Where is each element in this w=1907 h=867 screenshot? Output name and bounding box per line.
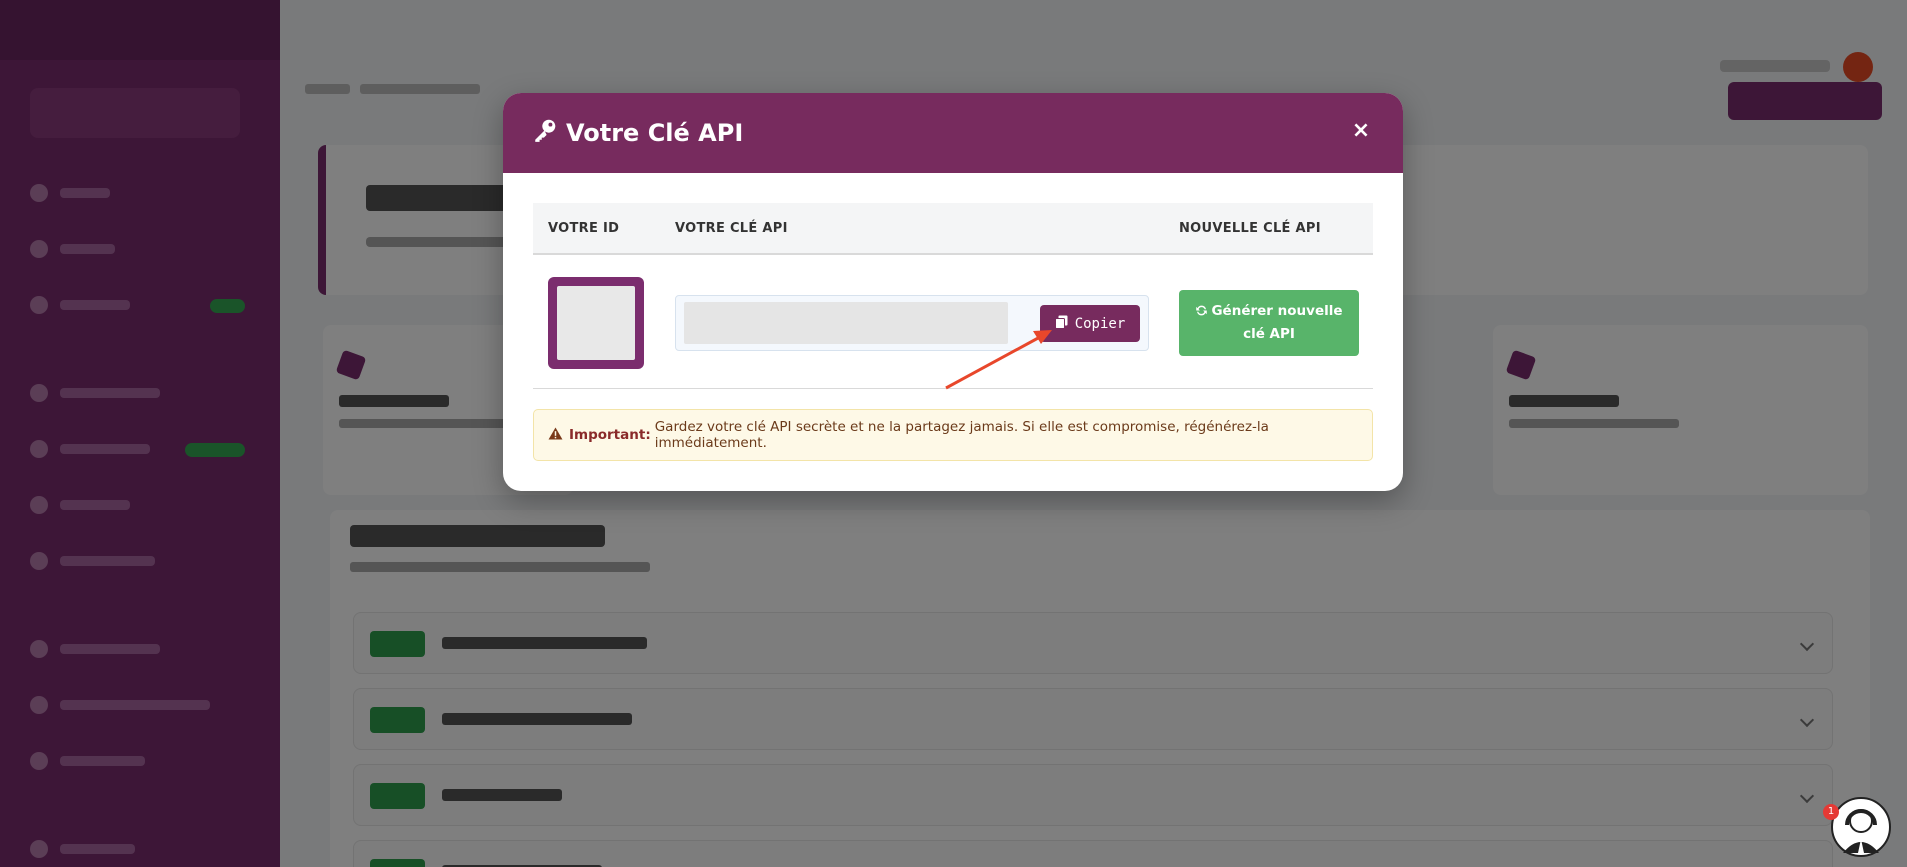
copy-button[interactable]: Copier: [1040, 305, 1140, 342]
warning-icon: [548, 426, 563, 444]
support-agent-icon: [1843, 809, 1879, 853]
modal-title: Votre Clé API: [532, 117, 743, 149]
alert-strong: Important:: [569, 427, 651, 443]
copy-button-label: Copier: [1074, 315, 1126, 332]
generate-api-key-button[interactable]: Générer nouvelle clé API: [1179, 290, 1359, 356]
generate-button-label: Générer nouvelle clé API: [1211, 303, 1343, 342]
refresh-icon: [1195, 303, 1208, 324]
modal-header: Votre Clé API ×: [503, 93, 1403, 173]
api-key-modal: Votre Clé API × VOTRE ID VOTRE CLÉ API N…: [503, 93, 1403, 491]
copy-icon: [1054, 315, 1068, 333]
api-key-field[interactable]: [684, 302, 1008, 344]
notification-badge: 1: [1823, 804, 1839, 820]
close-icon[interactable]: ×: [1347, 115, 1375, 145]
security-alert: Important: Gardez votre clé API secrète …: [533, 409, 1373, 461]
api-key-input-group: Copier: [675, 295, 1149, 351]
column-header-new-key: NOUVELLE CLÉ API: [1179, 221, 1321, 236]
column-header-id: VOTRE ID: [548, 221, 620, 236]
table-header: VOTRE ID VOTRE CLÉ API NOUVELLE CLÉ API: [533, 203, 1373, 255]
key-icon: [532, 117, 558, 149]
column-header-key: VOTRE CLÉ API: [675, 221, 788, 236]
table-row: Copier Générer nouvelle clé API: [533, 255, 1373, 389]
support-chat-button[interactable]: [1831, 797, 1891, 857]
modal-title-text: Votre Clé API: [566, 119, 744, 147]
alert-text: Gardez votre clé API secrète et ne la pa…: [654, 419, 1269, 451]
user-id-qr: [548, 277, 644, 369]
api-key-table: VOTRE ID VOTRE CLÉ API NOUVELLE CLÉ API …: [533, 203, 1373, 389]
